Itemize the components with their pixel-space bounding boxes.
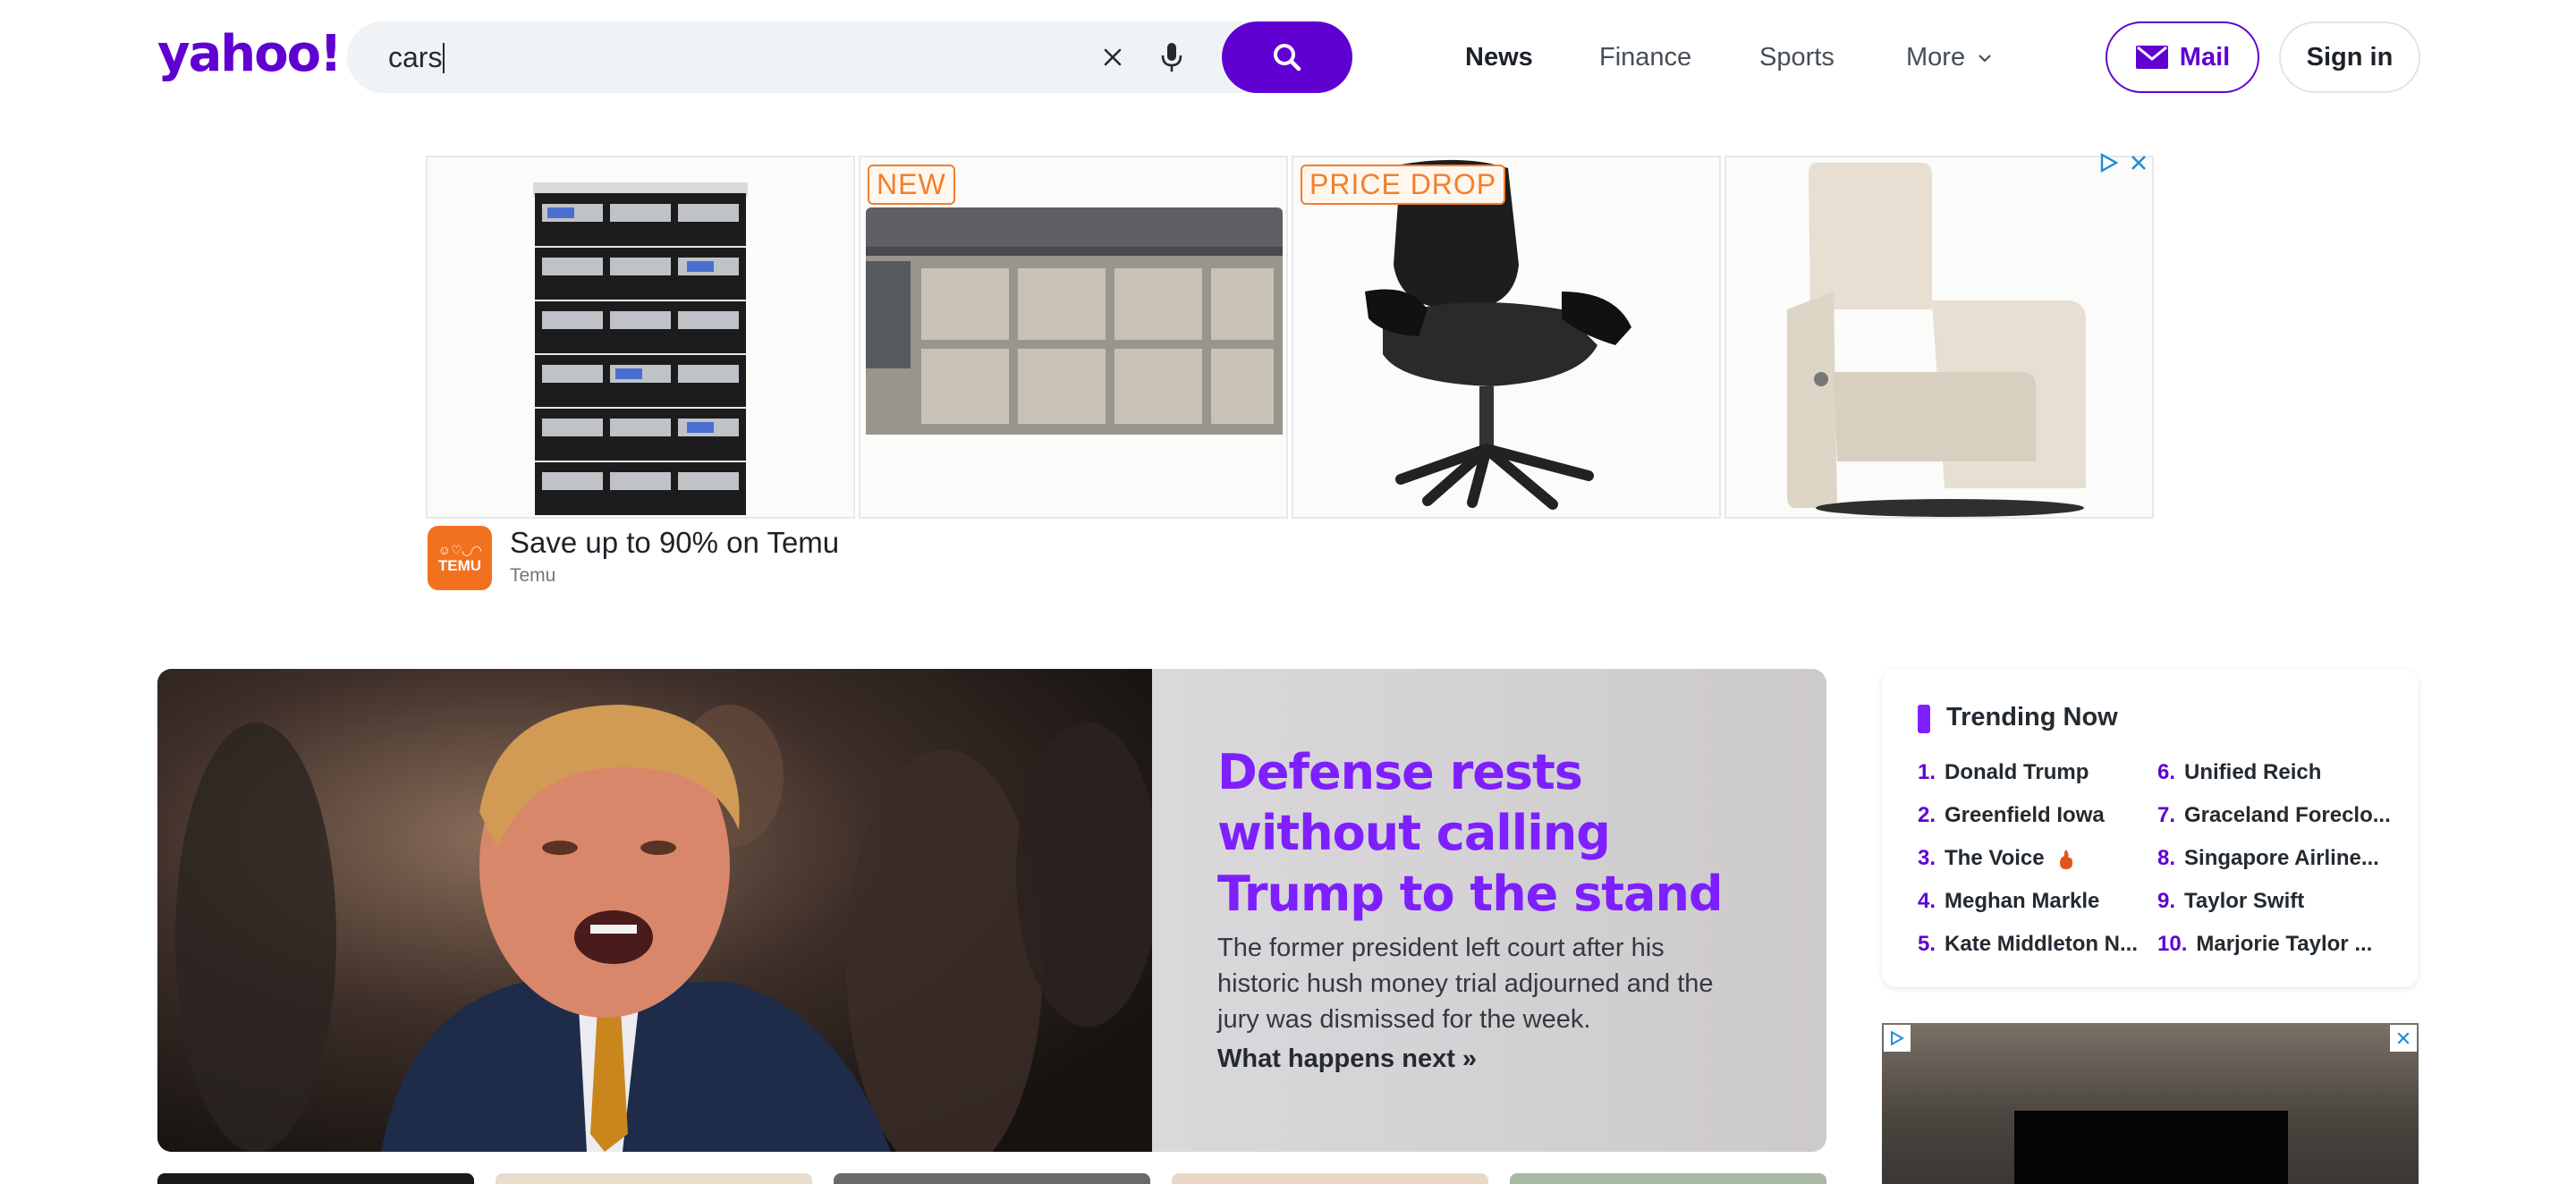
nav-finance[interactable]: Finance [1599,36,1691,79]
trending-item-7[interactable]: 7. Graceland Foreclo... [2157,799,2399,832]
nav-more[interactable]: More [1906,36,1992,79]
side-ad-close-button[interactable] [2390,1025,2417,1052]
trend-label: Graceland Foreclo... [2184,803,2391,827]
shoe-rack-image [533,182,748,515]
nav-more-label: More [1906,43,1966,72]
new-badge: NEW [868,165,955,205]
trend-rank: 10. [2157,932,2188,956]
trending-item-2[interactable]: 2. Greenfield Iowa [1918,799,2141,832]
adchoices-icon [2100,152,2119,173]
hero-photo-illustration [157,669,1152,1152]
story-thumbnail[interactable] [157,1173,474,1184]
trend-label: Donald Trump [1945,760,2089,784]
search-input[interactable] [388,21,1086,93]
trending-item-9[interactable]: 9. Taylor Swift [2157,885,2399,918]
story-thumbnail[interactable] [496,1173,812,1184]
recliner-image [1787,163,2086,517]
trending-item-5[interactable]: 5. Kate Middleton N... [1918,928,2141,960]
trend-label: Greenfield Iowa [1945,803,2105,827]
side-ad-video-frame [2014,1111,2288,1184]
hero-read-more-link[interactable]: What happens next » [1217,1044,1477,1074]
nav-sports[interactable]: Sports [1759,36,1835,79]
price-drop-badge: PRICE DROP [1301,165,1506,205]
trend-rank: 5. [1918,932,1936,956]
trend-rank: 4. [1918,889,1936,913]
mail-button[interactable]: Mail [2106,21,2259,93]
trend-rank: 9. [2157,889,2176,913]
trend-rank: 3. [1918,846,1936,870]
trending-item-10[interactable]: 10. Marjorie Taylor ... [2157,928,2399,960]
hot-flame-icon [2060,849,2073,869]
trend-rank: 6. [2157,760,2176,784]
nav-news[interactable]: News [1465,36,1533,79]
clear-search-button[interactable] [1095,39,1131,75]
trending-accent-bar [1918,705,1930,733]
hero-description: The former president left court after hi… [1217,934,1714,1034]
yahoo-logo[interactable]: yahoo! [157,27,343,82]
ad-tile-office-chair[interactable]: PRICE DROP [1292,156,1721,519]
trend-label: Unified Reich [2184,760,2322,784]
mail-label: Mail [2179,42,2231,72]
mail-icon [2135,46,2168,69]
ad-tile-shoe-rack[interactable] [426,156,855,519]
adchoices-icon [1891,1030,1904,1046]
hero-headline[interactable]: Defense rests without calling Trump to t… [1217,742,1754,925]
trending-item-3[interactable]: 3. The Voice [1918,842,2141,875]
trend-label: Singapore Airline... [2184,846,2379,870]
trending-item-4[interactable]: 4. Meghan Markle [1918,885,2141,918]
trend-rank: 8. [2157,846,2176,870]
sign-in-button[interactable]: Sign in [2279,21,2420,93]
ad-headline[interactable]: Save up to 90% on Temu [510,526,839,560]
side-video-ad[interactable] [1882,1023,2419,1184]
temu-logo-text: TEMU [437,557,482,574]
trend-rank: 7. [2157,803,2176,827]
trend-label: The Voice [1945,846,2045,870]
trend-rank: 2. [1918,803,1936,827]
story-thumbnail[interactable] [1510,1173,1826,1184]
trending-heading: Trending Now [1946,703,2118,732]
search-button[interactable] [1222,21,1352,93]
voice-search-button[interactable] [1154,38,1190,77]
ad-sponsor: Temu [510,565,556,586]
story-thumbnail[interactable] [1172,1173,1488,1184]
ad-tile-recliner[interactable] [1724,156,2154,519]
text-caret [443,43,445,73]
trending-now-panel: Trending Now 1. Donald Trump 2. Greenfield… [1882,669,2419,987]
story-thumbnail[interactable] [834,1173,1150,1184]
temu-logo-glyph: ☺♡◡◠ [437,543,482,557]
trend-label: Kate Middleton N... [1945,932,2139,956]
trend-label: Taylor Swift [2184,889,2305,913]
search-bar [347,21,1352,93]
close-icon [2397,1032,2410,1044]
chevron-down-icon [1979,55,1991,63]
storage-bench-image [866,207,1283,435]
office-chair-image [1365,159,1631,510]
close-icon [1104,48,1122,66]
trending-item-1[interactable]: 1. Donald Trump [1918,757,2141,789]
temu-logo: ☺♡◡◠ TEMU [428,526,492,590]
ad-choices[interactable] [2098,152,2148,173]
trend-rank: 1. [1918,760,1936,784]
trending-item-6[interactable]: 6. Unified Reich [2157,757,2399,789]
ad-tile-storage-bench[interactable]: NEW [859,156,1288,519]
hero-photo [157,669,1152,1152]
search-icon [1274,44,1301,72]
trend-label: Marjorie Taylor ... [2196,932,2373,956]
trend-label: Meghan Markle [1945,889,2100,913]
close-ad-icon[interactable] [2129,153,2148,173]
trending-item-8[interactable]: 8. Singapore Airline... [2157,842,2399,875]
microphone-icon [1161,43,1182,72]
side-ad-choices-button[interactable] [1884,1025,1911,1052]
